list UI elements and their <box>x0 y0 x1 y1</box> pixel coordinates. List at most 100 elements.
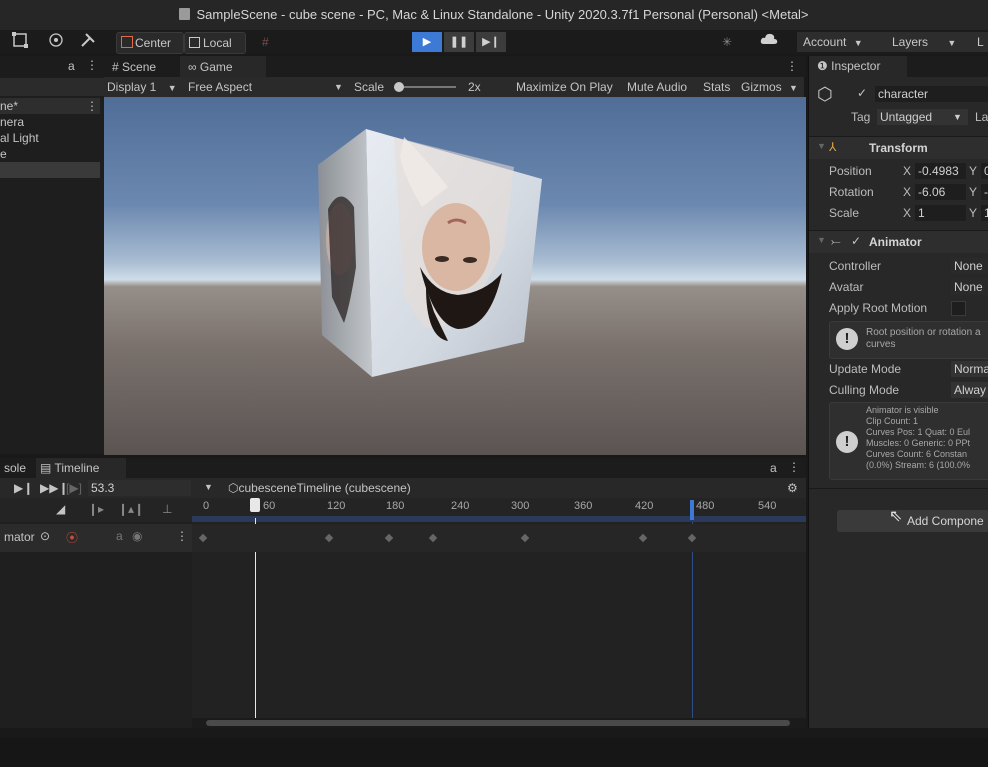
timeline-tracks-area[interactable] <box>192 518 806 722</box>
active-checkbox[interactable]: ✓ <box>857 86 867 100</box>
hierarchy-item-light[interactable]: al Light <box>0 130 39 146</box>
rect-tool-icon[interactable] <box>12 32 30 52</box>
keyframe-diamond[interactable] <box>687 533 697 543</box>
hierarchy-search[interactable] <box>0 78 104 96</box>
title-bar: SampleScene - cube scene - PC, Mac & Lin… <box>0 0 988 30</box>
gear-icon[interactable]: ⚙ <box>787 481 798 495</box>
last-frame-icon[interactable]: ▶▶❙ <box>40 481 69 495</box>
chevron-down-icon[interactable]: ▼ <box>204 482 213 492</box>
gizmos-dropdown[interactable]: Gizmos ▼ <box>741 79 798 95</box>
more-menu-icon[interactable]: ⋮ <box>86 98 98 114</box>
update-mode-dropdown[interactable]: Norma <box>951 361 988 377</box>
more-menu-icon[interactable]: ⋮ <box>86 58 98 72</box>
replace-icon[interactable]: ❙▴❙ <box>118 502 144 516</box>
tag-dropdown[interactable]: Untagged ▼ <box>877 109 968 125</box>
more-menu-icon[interactable]: ⋮ <box>786 59 798 73</box>
tab-inspector[interactable]: ❶ Inspector <box>809 56 907 77</box>
end-marker[interactable] <box>690 500 694 520</box>
stats-toggle[interactable]: Stats <box>703 79 730 95</box>
info-line: Curves Count: 6 Constan <box>866 449 968 459</box>
animator-enabled-checkbox[interactable]: ✓ <box>851 234 861 248</box>
animator-track-row[interactable]: mator ⊙ ⦿ a ◉ ⋮ <box>0 524 806 552</box>
add-component-button[interactable]: Add Compone <box>837 510 988 532</box>
rotation-x-field[interactable]: -6.06 <box>915 184 966 200</box>
game-viewport[interactable] <box>104 97 806 455</box>
mute-toggle[interactable]: Mute Audio <box>627 79 687 95</box>
keyframe-diamond[interactable] <box>384 533 394 543</box>
display-dropdown[interactable]: Display 1 ▼ <box>107 79 177 95</box>
pivot-local-button[interactable]: Local <box>184 32 246 54</box>
scale-slider-thumb[interactable] <box>394 82 404 92</box>
target-icon[interactable]: ⊙ <box>40 529 50 543</box>
scale-slider[interactable] <box>394 82 456 92</box>
step-button[interactable]: ▶❙ <box>476 32 506 52</box>
tab-timeline[interactable]: ▤ Timeline <box>36 458 126 478</box>
more-menu-icon[interactable]: ⋮ <box>788 460 800 474</box>
avatar-field[interactable]: None <box>951 279 988 295</box>
cloud-icon[interactable] <box>760 32 790 52</box>
play-button[interactable]: ▶ <box>412 32 442 52</box>
y-label: Y <box>969 206 978 220</box>
play-range-icon[interactable]: [▶] <box>66 481 82 495</box>
object-name-field[interactable]: character <box>875 86 988 102</box>
controller-field[interactable]: None <box>951 258 988 274</box>
animator-header[interactable]: ▼ ⤚ ✓ Animator <box>809 230 988 253</box>
transform-tool-icon[interactable] <box>48 32 68 52</box>
keyframe-diamond[interactable] <box>198 533 208 543</box>
pin-icon[interactable]: ⊥ <box>162 502 172 516</box>
tab-console[interactable]: sole <box>4 461 26 475</box>
position-x-field[interactable]: -0.4983 <box>915 163 966 179</box>
pause-button[interactable]: ❚❚ <box>444 32 474 52</box>
hierarchy-item-selected[interactable] <box>0 162 100 178</box>
foldout-icon[interactable]: ▼ <box>817 235 826 245</box>
edit-mode-icon[interactable]: ◢ <box>56 502 65 516</box>
layer-label: La <box>975 110 988 124</box>
ripple-icon[interactable]: ❙▸ <box>88 502 104 516</box>
layers-dropdown[interactable]: Layers ▼ <box>885 32 976 52</box>
keyframe-diamond[interactable] <box>428 533 438 543</box>
next-frame-icon[interactable]: ▶❙ <box>14 481 33 495</box>
lock-icon[interactable]: a <box>770 461 777 475</box>
time-ruler[interactable]: 0 60 120 180 240 300 360 420 480 540 <box>192 498 806 522</box>
frame-field[interactable]: 53.3 <box>88 480 191 496</box>
account-dropdown[interactable]: Account ▼ <box>797 32 885 52</box>
record-icon[interactable]: ⦿ <box>66 529 78 546</box>
keyframe-diamond[interactable] <box>520 533 530 543</box>
tab-inspector-label: Inspector <box>831 59 881 73</box>
foldout-icon[interactable]: ▼ <box>817 141 826 151</box>
game-toolbar: Display 1 ▼ Free Aspect ▼ Scale 2x Maxim… <box>104 77 804 97</box>
hierarchy-item-cube[interactable]: e <box>0 146 7 162</box>
keyframe-diamond[interactable] <box>638 533 648 543</box>
culling-mode-dropdown[interactable]: Alway <box>951 382 988 398</box>
hierarchy-item-camera[interactable]: nera <box>0 114 24 130</box>
grid-snap-icon[interactable]: # <box>262 32 278 52</box>
tab-scene[interactable]: # Scene <box>112 56 156 78</box>
keyframe-diamond[interactable] <box>324 533 334 543</box>
scale-y-field[interactable]: 1 <box>981 205 988 221</box>
timeline-scroll-thumb[interactable] <box>206 720 790 726</box>
scale-x-field[interactable]: 1 <box>915 205 966 221</box>
rotation-y-field[interactable]: - <box>981 184 988 200</box>
pivot-center-button[interactable]: Center <box>116 32 184 54</box>
track-lock-icon[interactable]: a <box>116 529 123 543</box>
rotation-label: Rotation <box>829 185 874 199</box>
timeline-scrollbar[interactable] <box>192 718 806 728</box>
hierarchy-scene-row[interactable]: ne* ⋮ <box>0 98 100 114</box>
transform-header[interactable]: ▼ ⅄ Transform <box>809 136 988 159</box>
collab-icon[interactable]: ✳ <box>722 32 742 52</box>
tab-game[interactable]: ∞ Game <box>180 56 266 78</box>
lock-icon[interactable]: a <box>68 59 75 73</box>
root-motion-checkbox[interactable] <box>951 301 966 316</box>
more-menu-icon[interactable]: ⋮ <box>176 529 188 543</box>
layout-dropdown[interactable]: L <box>974 32 988 52</box>
animator-info-box: ! Animator is visible Clip Count: 1 Curv… <box>829 402 988 480</box>
maximize-toggle[interactable]: Maximize On Play <box>516 79 613 95</box>
playhead-handle[interactable] <box>250 498 260 512</box>
custom-tools-icon[interactable] <box>80 32 100 52</box>
position-y-field[interactable]: 0 <box>981 163 988 179</box>
info-line: Muscles: 0 Generic: 0 PPt <box>866 438 971 448</box>
timeline-asset-breadcrumb[interactable]: ⬡cubesceneTimeline (cubescene) <box>228 480 411 496</box>
track-visibility-icon[interactable]: ◉ <box>132 529 142 543</box>
aspect-dropdown[interactable]: Free Aspect ▼ <box>188 79 348 95</box>
hierarchy-tabbar: a ⋮ <box>0 56 104 77</box>
